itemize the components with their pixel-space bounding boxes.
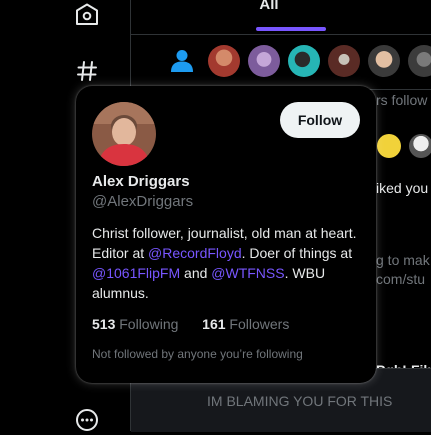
profile-handle[interactable]: @AlexDriggars xyxy=(92,193,193,210)
bio-text: . Doer of things at xyxy=(241,245,353,261)
mutual-followers-note: Not followed by anyone you’re following xyxy=(92,347,303,361)
following-link[interactable]: 513 Following xyxy=(92,316,178,332)
avatar[interactable] xyxy=(92,102,156,166)
person-icon xyxy=(171,49,193,78)
notification-text: g to mak xyxy=(376,252,430,268)
avatar[interactable] xyxy=(368,45,400,77)
avatar[interactable] xyxy=(377,134,401,158)
followers-count: 161 xyxy=(202,316,226,332)
followers-label: Followers xyxy=(229,316,290,332)
mention-link[interactable]: @1061FlipFM xyxy=(92,265,180,281)
tab-bar: All xyxy=(131,0,431,35)
follow-button[interactable]: Follow xyxy=(280,102,360,138)
tab-all[interactable]: All xyxy=(233,0,305,13)
notification-text: rs follow xyxy=(376,92,428,108)
avatar[interactable] xyxy=(328,45,360,77)
avatar[interactable] xyxy=(248,45,280,77)
active-tab-indicator xyxy=(256,27,326,31)
profile-name[interactable]: Alex Driggars xyxy=(92,173,190,190)
profile-hover-card: Follow Alex Driggars @AlexDriggars Chris… xyxy=(76,86,376,383)
notification-text: iked you xyxy=(376,180,429,196)
profile-bio: Christ follower, journalist, old man at … xyxy=(92,223,364,303)
avatar[interactable] xyxy=(409,134,431,158)
avatar[interactable] xyxy=(408,45,431,77)
avatar[interactable] xyxy=(208,45,240,77)
profile-stats: 513 Following 161 Followers xyxy=(92,316,289,332)
mention-link[interactable]: @RecordFloyd xyxy=(148,245,242,261)
avatar[interactable] xyxy=(288,45,320,77)
following-count: 513 xyxy=(92,316,116,332)
mention-link[interactable]: @WTFNSS xyxy=(211,265,284,281)
explore-hashtag-icon[interactable] xyxy=(72,56,102,86)
quoted-tweet-text: IM BLAMING YOU FOR THIS xyxy=(207,393,393,409)
following-label: Following xyxy=(119,316,179,332)
home-icon[interactable] xyxy=(72,0,102,30)
followers-link[interactable]: 161 Followers xyxy=(202,316,289,332)
bio-text: and xyxy=(180,265,212,281)
notification-avatars-row xyxy=(131,35,431,90)
notification-link: com/stu xyxy=(376,271,426,287)
